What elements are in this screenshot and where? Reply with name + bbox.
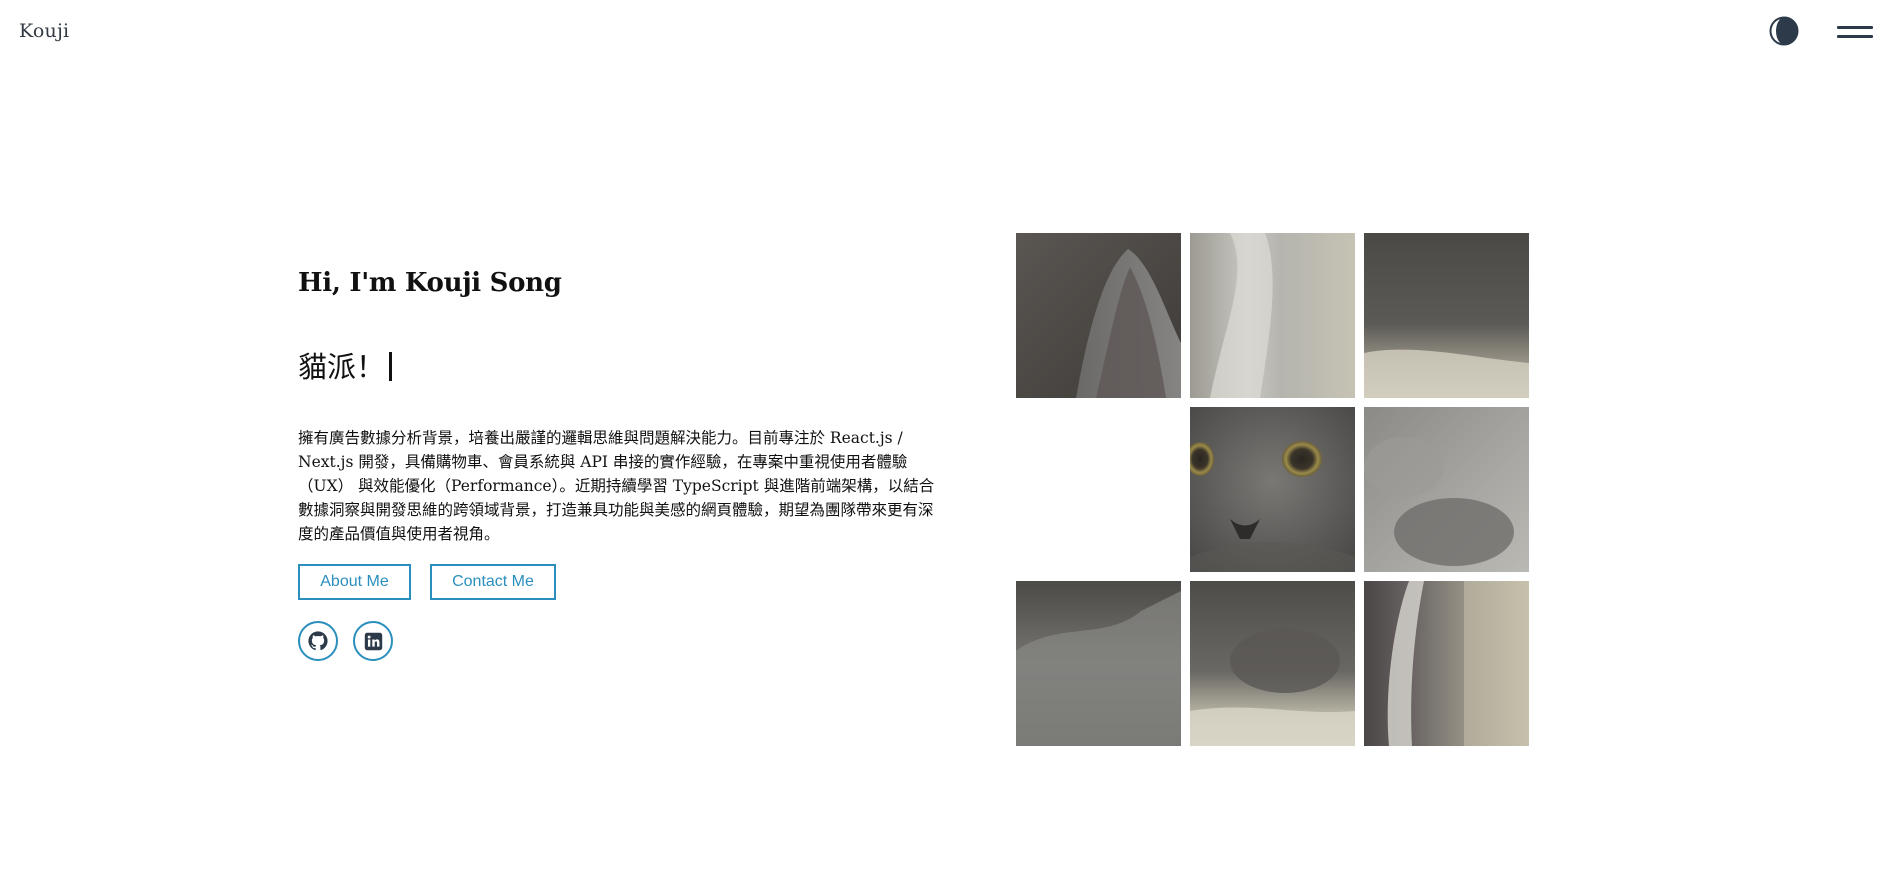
- cat-fur-photo: [1190, 233, 1355, 398]
- linkedin-icon: [364, 632, 382, 650]
- cat-paw-photo: [1364, 407, 1529, 572]
- cat-body-floor-photo: [1364, 233, 1529, 398]
- cat-face-photo: [1190, 407, 1355, 572]
- cat-ear-photo: [1016, 233, 1181, 398]
- site-header: Kouji: [0, 0, 1895, 64]
- half-moon-contrast-icon: [1769, 16, 1799, 46]
- typing-text-line: 貓派！: [298, 344, 393, 386]
- typing-text: 貓派！: [298, 350, 386, 384]
- puzzle-tile-5[interactable]: [1190, 407, 1355, 572]
- hero-title: Hi, I'm Kouji Song: [298, 268, 562, 298]
- linkedin-link[interactable]: [353, 621, 393, 661]
- puzzle-tile-1[interactable]: [1016, 233, 1181, 398]
- cat-paws-floor-photo: [1190, 581, 1355, 746]
- contact-me-button[interactable]: Contact Me: [430, 564, 556, 600]
- puzzle-tile-9[interactable]: [1364, 581, 1529, 746]
- puzzle-tile-2[interactable]: [1190, 233, 1355, 398]
- site-logo[interactable]: Kouji: [19, 20, 69, 42]
- puzzle-tile-8[interactable]: [1190, 581, 1355, 746]
- about-me-button[interactable]: About Me: [298, 564, 411, 600]
- github-icon: [308, 631, 328, 651]
- theme-toggle-button[interactable]: [1769, 16, 1799, 46]
- menu-bar-bottom: [1837, 35, 1873, 38]
- cat-back-photo: [1016, 581, 1181, 746]
- github-link[interactable]: [298, 621, 338, 661]
- hero-section: Hi, I'm Kouji Song 貓派！ 擁有廣告數據分析背景，培養出嚴謹的…: [298, 268, 948, 661]
- cat-puzzle-gallery: [1016, 233, 1530, 747]
- puzzle-tile-6[interactable]: [1364, 407, 1529, 572]
- hamburger-menu-button[interactable]: [1837, 24, 1873, 40]
- puzzle-tile-3[interactable]: [1364, 233, 1529, 398]
- intro-paragraph: 擁有廣告數據分析背景，培養出嚴謹的邏輯思維與問題解決能力。目前專注於 React…: [298, 429, 935, 543]
- cat-ear-edge-photo: [1364, 581, 1529, 746]
- menu-bar-top: [1837, 26, 1873, 29]
- puzzle-tile-7[interactable]: [1016, 581, 1181, 746]
- typing-caret: [389, 352, 393, 381]
